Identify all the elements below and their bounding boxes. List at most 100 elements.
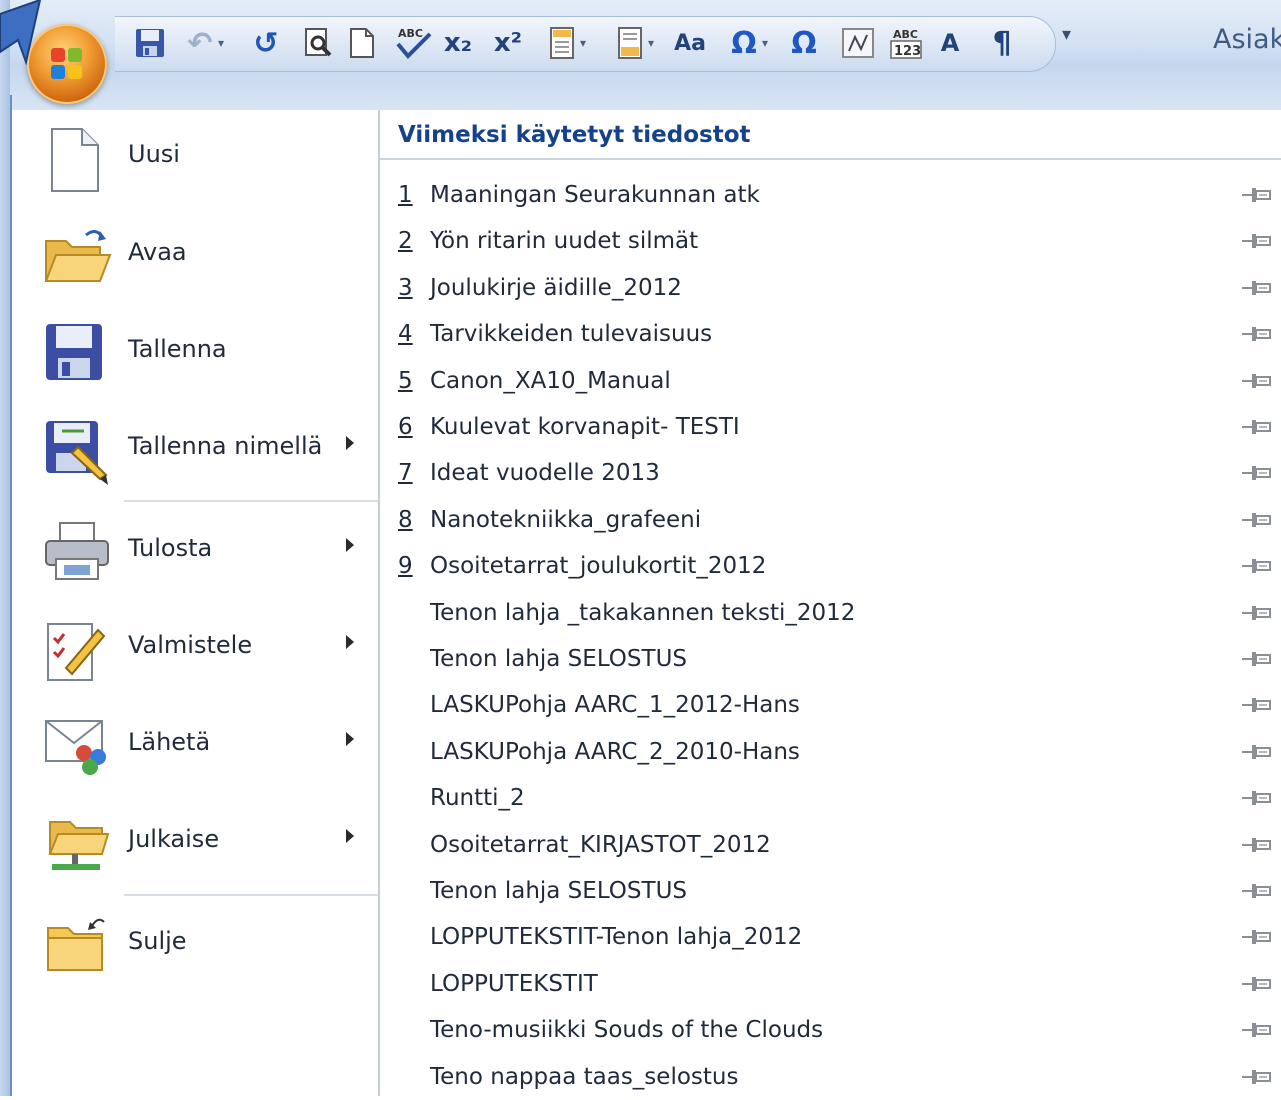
pin-icon[interactable]: [1240, 416, 1274, 438]
pin-icon[interactable]: [1240, 787, 1274, 809]
submenu-arrow-icon: [346, 732, 354, 746]
recent-file-name: Nanotekniikka_grafeeni: [430, 506, 702, 533]
pin-icon[interactable]: [1240, 880, 1274, 902]
dropdown-arrow-icon[interactable]: ▾: [762, 36, 768, 50]
equation-icon[interactable]: [836, 16, 880, 70]
recent-file-number: 3: [398, 274, 413, 301]
footer-icon[interactable]: [608, 16, 652, 70]
pin-icon[interactable]: [1240, 1066, 1274, 1088]
recent-file-item[interactable]: Osoitetarrat_KIRJASTOT_2012: [380, 822, 1281, 868]
open-folder-icon: [42, 223, 112, 287]
save-icon: [42, 320, 106, 384]
dropdown-arrow-icon[interactable]: ▾: [648, 36, 654, 50]
menu-command-laheta[interactable]: Lähetä: [12, 698, 378, 788]
recent-file-item[interactable]: 3 Joulukirje äidille_2012: [380, 265, 1281, 311]
menu-command-sulje[interactable]: Sulje: [12, 897, 378, 987]
submenu-arrow-icon: [346, 829, 354, 843]
svg-text:ABC: ABC: [893, 28, 918, 41]
pin-icon[interactable]: [1240, 230, 1274, 252]
save-icon[interactable]: [128, 16, 172, 70]
menu-separator: [124, 894, 378, 896]
menu-command-tallenna-nimella[interactable]: Tallenna nimellä: [12, 402, 378, 492]
spelling-check-icon[interactable]: ABC: [392, 16, 436, 70]
recent-file-item[interactable]: Teno-musiikki Souds of the Clouds: [380, 1007, 1281, 1053]
pin-icon[interactable]: [1240, 694, 1274, 716]
pin-icon[interactable]: [1240, 741, 1274, 763]
pin-icon[interactable]: [1240, 509, 1274, 531]
recent-file-item[interactable]: LASKUPohja AARC_2_2010-Hans: [380, 729, 1281, 775]
recent-file-item[interactable]: 6 Kuulevat korvanapit- TESTI: [380, 404, 1281, 450]
pin-icon[interactable]: [1240, 462, 1274, 484]
printer-icon: [42, 519, 109, 583]
recent-file-item[interactable]: Tenon lahja SELOSTUS: [380, 868, 1281, 914]
recent-file-number: 6: [398, 414, 413, 440]
pin-icon[interactable]: [1240, 555, 1274, 577]
pin-icon[interactable]: [1240, 323, 1274, 345]
menu-command-tallenna[interactable]: Tallenna: [12, 305, 378, 395]
recent-file-name: LASKUPohja AARC_2_2010-Hans: [430, 738, 800, 765]
pin-icon[interactable]: [1240, 973, 1274, 995]
pin-icon[interactable]: [1240, 926, 1274, 948]
pin-icon[interactable]: [1240, 277, 1274, 299]
pin-icon[interactable]: [1240, 602, 1274, 624]
pin-icon[interactable]: [1240, 370, 1274, 392]
recent-file-item[interactable]: LOPPUTEKSTIT: [380, 961, 1281, 1007]
recent-file-item[interactable]: Runtti_2: [380, 775, 1281, 821]
change-case-icon[interactable]: Aa: [668, 16, 712, 70]
dropdown-arrow-icon[interactable]: ▾: [218, 36, 224, 50]
menu-command-avaa[interactable]: Avaa: [12, 208, 378, 298]
recent-files-title: Viimeksi käytetyt tiedostot: [398, 122, 751, 148]
menu-command-tulosta[interactable]: Tulosta: [12, 504, 378, 594]
new-document-icon: [42, 125, 106, 192]
undo-icon[interactable]: ↶: [178, 16, 222, 70]
subscript-icon[interactable]: x₂: [436, 16, 480, 70]
new-document-icon[interactable]: [340, 16, 384, 70]
recent-file-item[interactable]: LASKUPohja AARC_1_2012-Hans: [380, 682, 1281, 728]
redo-icon[interactable]: ↺: [244, 16, 288, 70]
recent-file-item[interactable]: LOPPUTEKSTIT-Tenon lahja_2012: [380, 914, 1281, 960]
header-icon[interactable]: [540, 16, 584, 70]
save-as-icon: [42, 417, 108, 485]
insert-symbol-icon[interactable]: Ω: [722, 16, 766, 70]
menu-command-uusi[interactable]: Uusi: [12, 110, 378, 200]
superscript-icon[interactable]: x²: [486, 16, 530, 70]
grow-font-icon[interactable]: A: [928, 16, 972, 70]
recent-file-item[interactable]: 8 Nanotekniikka_grafeeni: [380, 497, 1281, 543]
recent-file-name: Tenon lahja _takakannen teksti_2012: [430, 599, 856, 626]
recent-file-name: Teno nappaa taas_selostus: [430, 1063, 739, 1090]
pin-icon[interactable]: [1240, 1019, 1274, 1041]
recent-file-item[interactable]: 5 Canon_XA10_Manual: [380, 358, 1281, 404]
menu-command-julkaise[interactable]: Julkaise: [12, 795, 378, 885]
submenu-arrow-icon: [346, 436, 354, 450]
customize-toolbar-icon[interactable]: ▾: [1062, 24, 1071, 45]
pin-icon[interactable]: [1240, 648, 1274, 670]
recent-file-item[interactable]: 1 Maaningan Seurakunnan atk: [380, 172, 1281, 218]
recent-file-item[interactable]: Teno nappaa taas_selostus: [380, 1054, 1281, 1100]
paragraph-mark-icon[interactable]: ¶: [980, 16, 1024, 70]
recent-file-item[interactable]: 9 Osoitetarrat_joulukortit_2012: [380, 543, 1281, 589]
pin-icon[interactable]: [1240, 184, 1274, 206]
submenu-arrow-icon: [346, 538, 354, 552]
word-count-icon[interactable]: ABC 123: [884, 16, 928, 70]
recent-file-number: 4: [398, 321, 413, 348]
symbol-icon[interactable]: Ω: [782, 16, 826, 70]
recent-file-item[interactable]: 2 Yön ritarin uudet silmät: [380, 218, 1281, 264]
recent-file-number: 2: [398, 228, 413, 255]
recent-file-number: 1: [398, 182, 413, 208]
recent-file-name: Teno-musiikki Souds of the Clouds: [430, 1017, 824, 1044]
office-menu: Uusi Avaa Tallenna Tallenna nimellä Tulosta V…: [12, 110, 1281, 1096]
recent-file-item[interactable]: Tenon lahja SELOSTUS: [380, 636, 1281, 682]
recent-file-name: LASKUPohja AARC_1_2012-Hans: [430, 692, 800, 719]
dropdown-arrow-icon[interactable]: ▾: [580, 36, 586, 50]
recent-file-item[interactable]: Tenon lahja _takakannen teksti_2012: [380, 590, 1281, 636]
pin-icon[interactable]: [1240, 834, 1274, 856]
recent-file-name: Yön ritarin uudet silmät: [430, 228, 699, 255]
menu-command-label: Tallenna: [128, 335, 227, 363]
menu-command-valmistele[interactable]: Valmistele: [12, 601, 378, 691]
pointer-arrow-icon: [0, 0, 42, 66]
recent-file-item[interactable]: 7 Ideat vuodelle 2013: [380, 450, 1281, 496]
print-preview-icon[interactable]: [296, 16, 340, 70]
command-pane: Uusi Avaa Tallenna Tallenna nimellä Tulosta V…: [12, 110, 380, 1096]
recent-file-item[interactable]: 4 Tarvikkeiden tulevaisuus: [380, 311, 1281, 357]
recent-files-pane: Viimeksi käytetyt tiedostot 1 Maaningan S…: [380, 110, 1281, 1096]
